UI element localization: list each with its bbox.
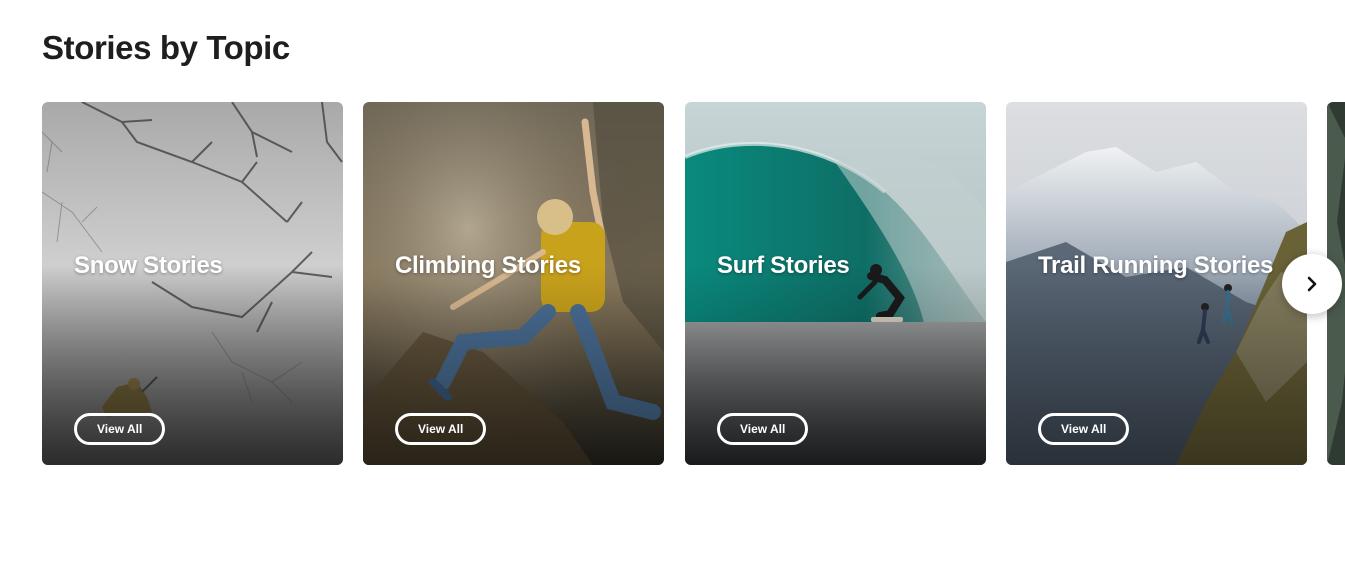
card-title: Trail Running Stories — [1038, 252, 1274, 279]
carousel-next-button[interactable] — [1282, 254, 1342, 314]
view-all-button[interactable]: View All — [74, 413, 166, 445]
topic-carousel[interactable]: Snow Stories View All Climbing Stories V… — [42, 102, 1345, 465]
view-all-button[interactable]: View All — [395, 413, 487, 445]
section-title: Stories by Topic — [42, 29, 290, 66]
card-title: Snow Stories — [74, 252, 223, 279]
stories-by-topic-section: Stories by Topic Snow Stories View All C… — [0, 0, 1345, 571]
topic-card-trail-running[interactable]: Trail Running Stories View All — [1006, 102, 1307, 465]
view-all-button[interactable]: View All — [1038, 413, 1130, 445]
view-all-button[interactable]: View All — [717, 413, 809, 445]
topic-card-surf[interactable]: Surf Stories View All — [685, 102, 986, 465]
topic-card-snow[interactable]: Snow Stories View All — [42, 102, 343, 465]
card-title: Climbing Stories — [395, 252, 581, 279]
topic-card-climbing[interactable]: Climbing Stories View All — [363, 102, 664, 465]
chevron-right-icon — [1307, 276, 1317, 292]
card-title: Surf Stories — [717, 252, 850, 279]
